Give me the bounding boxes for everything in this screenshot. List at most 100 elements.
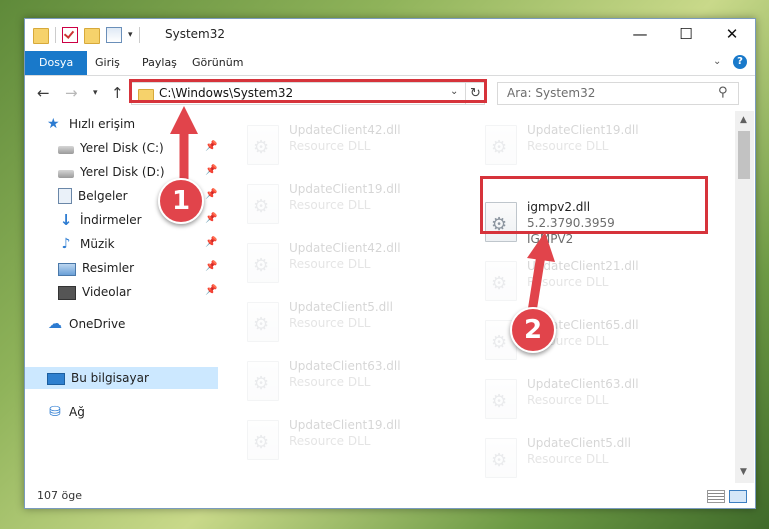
sidebar-item-this-pc[interactable]: Bu bilgisayar xyxy=(47,367,149,389)
computer-icon xyxy=(47,373,65,385)
file-name: UpdateClient19.dll xyxy=(289,182,401,196)
sidebar-item-downloads[interactable]: ↓ İndirmeler xyxy=(58,209,142,231)
back-arrow-icon[interactable]: ← xyxy=(37,84,50,102)
title-bar: ▾ System32 — ☐ ✕ xyxy=(25,19,755,51)
sidebar-item-music[interactable]: ♪ Müzik xyxy=(58,233,115,255)
file-name: UpdateClient21.dll xyxy=(527,259,639,273)
dll-file-icon: ⚙ xyxy=(247,420,279,460)
pin-icon[interactable]: 📌 xyxy=(205,213,217,224)
file-type: Resource DLL xyxy=(289,316,371,330)
list-item[interactable]: ⚙ UpdateClient63.dll Resource DLL xyxy=(479,373,715,423)
sidebar-item-onedrive[interactable]: ☁ OneDrive xyxy=(47,313,125,335)
sidebar-item-documents[interactable]: Belgeler xyxy=(58,185,128,207)
file-name: UpdateClient19.dll xyxy=(289,418,401,432)
dll-file-icon: ⚙ xyxy=(247,302,279,342)
file-name: UpdateClient42.dll xyxy=(289,123,401,137)
pin-icon[interactable]: 📌 xyxy=(205,165,217,176)
list-item[interactable]: ⚙ UpdateClient42.dll Resource DLL xyxy=(241,119,477,169)
file-list: ⚙ UpdateClient42.dll Resource DLL ⚙ Upda… xyxy=(219,111,735,483)
star-icon: ★ xyxy=(47,116,60,132)
sidebar-item-label: Belgeler xyxy=(78,189,128,203)
minimize-button[interactable]: — xyxy=(617,19,663,49)
tab-view[interactable]: Görünüm xyxy=(182,51,253,75)
status-bar: 107 öge xyxy=(25,485,755,507)
scrollbar-thumb[interactable] xyxy=(738,131,750,179)
sidebar-item-videos[interactable]: Videolar xyxy=(58,281,131,303)
tab-file[interactable]: Dosya xyxy=(25,51,88,75)
new-folder-icon[interactable] xyxy=(84,28,100,44)
divider xyxy=(138,27,140,43)
dll-file-icon: ⚙ xyxy=(247,361,279,401)
search-icon[interactable]: ⚲ xyxy=(718,85,728,100)
address-bar-highlight xyxy=(129,79,487,103)
sidebar-item-quick-access[interactable]: ★ Hızlı erişim xyxy=(47,113,135,135)
folder-icon xyxy=(33,28,49,44)
divider xyxy=(55,27,56,43)
dll-file-icon: ⚙ xyxy=(247,125,279,165)
list-item[interactable]: ⚙ UpdateClient42.dll Resource DLL xyxy=(241,237,477,287)
file-type: Resource DLL xyxy=(527,452,609,466)
drive-icon xyxy=(58,146,74,154)
tab-home[interactable]: Giriş xyxy=(85,51,130,75)
search-input[interactable]: Ara: System32 xyxy=(507,86,595,100)
sidebar-item-label: Ağ xyxy=(69,405,85,419)
file-name: UpdateClient5.dll xyxy=(289,300,393,314)
pin-icon[interactable]: 📌 xyxy=(205,189,217,200)
music-icon: ♪ xyxy=(61,236,71,252)
dll-file-icon: ⚙ xyxy=(485,261,517,301)
large-icons-view-icon[interactable] xyxy=(729,490,747,503)
item-count: 107 öge xyxy=(37,489,82,502)
sidebar-item-pictures[interactable]: Resimler xyxy=(58,257,134,279)
pin-icon[interactable]: 📌 xyxy=(205,285,217,296)
vertical-scrollbar[interactable]: ▲ ▼ xyxy=(735,111,754,483)
pictures-icon xyxy=(58,262,76,276)
sidebar-item-label: Yerel Disk (C:) xyxy=(80,141,164,155)
scroll-up-icon[interactable]: ▲ xyxy=(740,115,747,125)
file-type: Resource DLL xyxy=(289,198,371,212)
up-arrow-icon[interactable]: ↑ xyxy=(111,84,124,102)
maximize-button[interactable]: ☐ xyxy=(663,19,709,49)
forward-arrow-icon[interactable]: → xyxy=(65,84,78,102)
step-badge-1: 1 xyxy=(158,178,204,224)
tab-share[interactable]: Paylaş xyxy=(132,51,187,75)
recent-locations-chevron-icon[interactable]: ▾ xyxy=(93,88,98,98)
file-name: UpdateClient5.dll xyxy=(527,436,631,450)
network-icon: ⛁ xyxy=(49,404,61,420)
close-button[interactable]: ✕ xyxy=(709,19,755,49)
list-item[interactable]: ⚙ UpdateClient63.dll Resource DLL xyxy=(241,355,477,405)
pin-icon[interactable]: 📌 xyxy=(205,261,217,272)
list-item[interactable]: ⚙ UpdateClient5.dll Resource DLL xyxy=(241,296,477,346)
properties-icon[interactable] xyxy=(106,27,122,43)
sidebar-item-local-disk-d[interactable]: Yerel Disk (D:) xyxy=(58,161,165,183)
pin-icon[interactable]: 📌 xyxy=(205,141,217,152)
list-item[interactable]: ⚙ UpdateClient5.dll Resource DLL xyxy=(479,432,715,482)
file-name: UpdateClient42.dll xyxy=(289,241,401,255)
list-item[interactable]: ⚙ UpdateClient19.dll Resource DLL xyxy=(479,119,715,169)
scroll-down-icon[interactable]: ▼ xyxy=(740,467,747,477)
sidebar-item-label: Videolar xyxy=(82,285,132,299)
navigation-pane: ★ Hızlı erişim Yerel Disk (C:) 📌 Yerel D… xyxy=(25,111,218,483)
expand-ribbon-chevron-icon[interactable]: ⌄ xyxy=(713,56,721,67)
file-type: Resource DLL xyxy=(527,275,609,289)
list-item[interactable]: ⚙ UpdateClient21.dll Resource DLL xyxy=(479,255,715,305)
help-icon[interactable]: ? xyxy=(733,55,747,69)
search-box[interactable]: Ara: System32 ⚲ xyxy=(497,82,739,105)
sidebar-item-label: Bu bilgisayar xyxy=(71,371,149,385)
list-item[interactable]: ⚙ UpdateClient19.dll Resource DLL xyxy=(241,178,477,228)
customize-toolbar-dropdown-icon[interactable]: ▾ xyxy=(128,30,133,40)
pin-icon[interactable]: 📌 xyxy=(205,237,217,248)
sidebar-item-label: OneDrive xyxy=(69,317,126,331)
file-name: UpdateClient63.dll xyxy=(289,359,401,373)
file-name: UpdateClient19.dll xyxy=(527,123,639,137)
sidebar-item-network[interactable]: ⛁ Ağ xyxy=(47,401,85,423)
dll-file-icon: ⚙ xyxy=(247,243,279,283)
properties-check-icon[interactable] xyxy=(62,27,78,43)
details-view-icon[interactable] xyxy=(707,490,725,503)
file-type: Resource DLL xyxy=(289,257,371,271)
sidebar-item-label: Resimler xyxy=(82,261,135,275)
file-name: UpdateClient63.dll xyxy=(527,377,639,391)
sidebar-item-local-disk-c[interactable]: Yerel Disk (C:) xyxy=(58,137,164,159)
sidebar-item-label: İndirmeler xyxy=(80,213,142,227)
list-item[interactable]: ⚙ UpdateClient19.dll Resource DLL xyxy=(241,414,477,464)
dll-file-icon: ⚙ xyxy=(247,184,279,224)
